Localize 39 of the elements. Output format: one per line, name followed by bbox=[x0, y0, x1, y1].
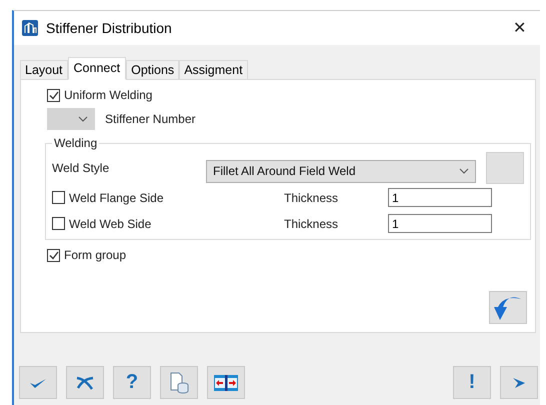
checkbox[interactable] bbox=[47, 248, 60, 262]
checkbox[interactable] bbox=[52, 217, 65, 230]
checkbox-label: Weld Flange Side bbox=[69, 190, 164, 204]
split-arrows-icon bbox=[214, 374, 238, 390]
tab[interactable]: Assigment bbox=[179, 60, 248, 80]
close-button[interactable]: ✕ bbox=[507, 18, 532, 38]
arrow-right-icon bbox=[512, 376, 526, 388]
field-label: Thickness bbox=[284, 216, 340, 230]
field-label: Thickness bbox=[284, 190, 340, 204]
checkmark-icon bbox=[29, 376, 47, 388]
next-button[interactable] bbox=[500, 366, 538, 399]
chevron-icon bbox=[78, 116, 88, 122]
checkbox-label: Weld Web Side bbox=[69, 216, 152, 230]
copy-button[interactable] bbox=[160, 366, 198, 399]
thickness-field[interactable]: 1 bbox=[388, 188, 492, 207]
window-title: Stiffener Distribution bbox=[46, 20, 173, 36]
color-swatch[interactable] bbox=[486, 152, 524, 184]
help-button[interactable]: ? bbox=[113, 366, 151, 399]
undo-button[interactable] bbox=[489, 291, 527, 324]
cross-icon bbox=[76, 376, 94, 390]
document-database-icon bbox=[169, 372, 189, 394]
checkbox[interactable] bbox=[47, 88, 60, 102]
tab[interactable]: Connect bbox=[68, 57, 126, 80]
tab[interactable]: Options bbox=[126, 60, 180, 80]
field-label: Stiffener Number bbox=[105, 112, 196, 126]
checkbox-label: Uniform Welding bbox=[64, 88, 152, 102]
field-label: Weld Style bbox=[52, 161, 110, 175]
warning-button[interactable]: ! bbox=[453, 366, 491, 399]
cancel-button[interactable] bbox=[66, 366, 104, 399]
app-icon bbox=[22, 20, 38, 36]
checkbox-label: Form group bbox=[64, 248, 126, 262]
tab[interactable]: Layout bbox=[20, 60, 68, 80]
group-title: Welding bbox=[53, 136, 98, 150]
curved-arrow-icon bbox=[494, 294, 522, 320]
checkbox[interactable] bbox=[52, 191, 65, 204]
thickness-field[interactable]: 1 bbox=[388, 214, 492, 233]
chevron-icon bbox=[459, 168, 469, 174]
weld-style-dropdown[interactable]: Fillet All Around Field Weld bbox=[206, 160, 476, 182]
split-button[interactable] bbox=[207, 366, 245, 399]
